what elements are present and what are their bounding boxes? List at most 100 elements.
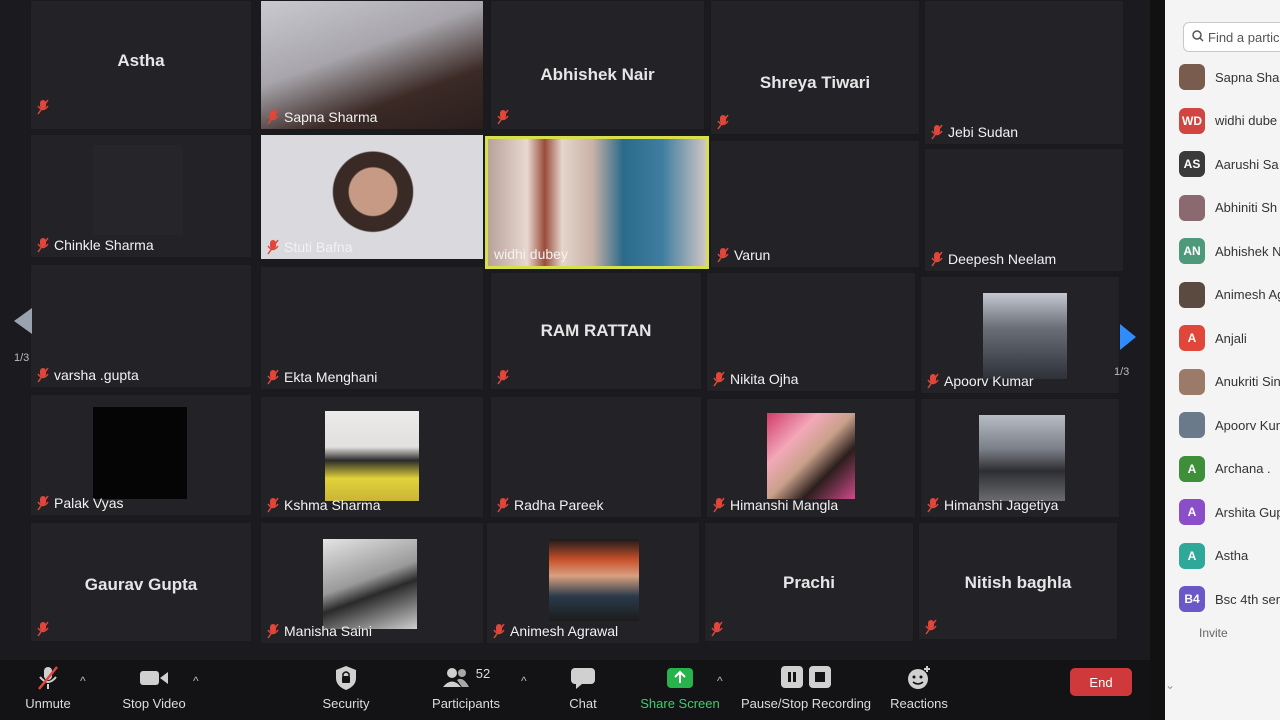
participant-list-name: Bsc 4th sem/	[1215, 591, 1280, 607]
participant-tile[interactable]: Sapna Sharma	[260, 0, 484, 130]
invite-button[interactable]: Invite	[1199, 626, 1228, 640]
stop-video-button[interactable]: Stop Video	[116, 664, 192, 711]
participant-tile[interactable]: Gaurav Gupta	[30, 522, 252, 642]
participant-name: Chinkle Sharma	[54, 237, 154, 253]
participant-list-item[interactable]: Sapna Sha	[1179, 62, 1279, 92]
participant-list-item[interactable]: B4 Bsc 4th sem/	[1179, 584, 1280, 614]
video-options-caret-icon[interactable]: ^	[193, 674, 199, 688]
mic-off-icon	[925, 619, 937, 635]
participant-name: Astha	[117, 51, 165, 70]
share-screen-icon	[640, 664, 720, 692]
participant-list-item[interactable]: AN Abhishek N	[1179, 236, 1280, 266]
avatar	[1179, 281, 1205, 308]
participant-tile[interactable]: Ekta Menghani	[260, 266, 484, 390]
participants-button[interactable]: 52 Participants	[428, 664, 504, 712]
participant-label: widhi dubey	[494, 246, 568, 262]
participant-name: Radha Pareek	[514, 497, 604, 513]
participant-tile[interactable]: Himanshi Mangla	[706, 398, 916, 518]
participants-options-caret-icon[interactable]: ^	[521, 674, 527, 688]
participant-list-name: Anukriti Sing	[1215, 374, 1280, 389]
avatar	[1179, 412, 1205, 438]
profile-photo	[549, 539, 639, 621]
participant-tile[interactable]: Animesh Agrawal	[486, 522, 700, 644]
mic-off-icon	[717, 247, 729, 263]
participant-tile[interactable]: RAM RATTAN	[490, 272, 702, 390]
participant-tile[interactable]: Varun	[710, 140, 920, 268]
mic-off-icon	[927, 497, 939, 513]
participant-tile[interactable]: Chinkle Sharma	[30, 134, 252, 258]
mic-off-icon	[37, 621, 49, 637]
mic-off-icon	[497, 369, 509, 385]
participant-label: Palak Vyas	[37, 495, 124, 511]
video-feed	[93, 145, 183, 235]
participant-tile[interactable]: varsha .gupta	[30, 264, 252, 388]
share-options-caret-icon[interactable]: ^	[717, 674, 723, 688]
stop-recording-icon[interactable]	[809, 665, 831, 691]
video-feed	[93, 407, 187, 499]
participant-list-name: Astha	[1215, 548, 1249, 563]
avatar	[1179, 64, 1205, 90]
participant-list-item[interactable]: AS Aarushi Sa	[1179, 149, 1279, 179]
avatar	[1179, 194, 1205, 221]
participant-list-item[interactable]: WD widhi dube	[1179, 106, 1277, 136]
participant-name: Animesh Agrawal	[510, 623, 619, 639]
participant-list-item[interactable]: A Archana .	[1179, 454, 1271, 484]
security-label: Security	[322, 696, 370, 711]
recording-control: Pause/Stop Recording	[740, 664, 872, 711]
profile-photo	[983, 293, 1067, 379]
active-speaker-tile[interactable]: widhi dubey	[485, 136, 709, 269]
participant-list-item[interactable]: A Anjali	[1179, 323, 1247, 353]
unmute-label: Unmute	[25, 696, 71, 711]
avatar: B4	[1179, 586, 1205, 612]
participant-list-item[interactable]: Apoorv Kum	[1179, 410, 1280, 440]
participant-label: Animesh Agrawal	[493, 623, 618, 639]
participant-label: varsha .gupta	[37, 367, 139, 383]
participant-tile[interactable]: Kshma Sharma	[260, 396, 484, 518]
participant-name: widhi dubey	[494, 246, 568, 262]
participant-tile[interactable]: Deepesh Neelam	[924, 148, 1124, 272]
page-indicator-right: 1/3	[1114, 366, 1130, 378]
participant-list-item[interactable]: A Arshita Gupt	[1179, 497, 1280, 527]
participant-tile[interactable]: Nitish baghla	[918, 522, 1118, 640]
next-page-icon[interactable]	[1118, 322, 1138, 357]
chat-button[interactable]: Chat	[556, 664, 610, 711]
audio-options-caret-icon[interactable]: ^	[80, 674, 86, 688]
participant-list-item[interactable]: A Astha	[1179, 541, 1248, 571]
reactions-button[interactable]: Reactions	[886, 664, 952, 711]
security-button[interactable]: Security	[316, 664, 376, 711]
participant-tile[interactable]: Himanshi Jagetiya	[920, 398, 1120, 518]
unmute-button[interactable]: Unmute	[18, 664, 78, 711]
participant-name: varsha .gupta	[54, 367, 139, 383]
avatar: A	[1179, 455, 1205, 482]
participant-tile[interactable]: Prachi	[704, 522, 914, 642]
mic-muted-label	[717, 114, 729, 130]
participant-search-input[interactable]: Find a partic	[1183, 22, 1280, 52]
participant-list-item[interactable]: Abhiniti Sh	[1179, 193, 1277, 223]
participant-tile[interactable]: Apoorv Kumar	[920, 276, 1120, 394]
end-meeting-button[interactable]: End	[1070, 668, 1132, 696]
participant-count: 52	[475, 665, 491, 681]
pause-recording-icon[interactable]	[781, 665, 803, 691]
participant-list-item[interactable]: Anukriti Sing	[1179, 367, 1280, 397]
participant-tile[interactable]: Radha Pareek	[490, 396, 702, 518]
participant-tile[interactable]: Palak Vyas	[30, 394, 252, 516]
mic-off-icon	[267, 497, 279, 513]
participant-tile[interactable]: Stuti Bafna	[260, 134, 484, 260]
participant-tile[interactable]: Nikita Ojha	[706, 272, 916, 392]
participant-tile[interactable]: Manisha Saini	[260, 522, 484, 644]
participant-name: Apoorv Kumar	[944, 373, 1034, 389]
mic-off-icon	[711, 621, 723, 637]
participant-tile[interactable]: Abhishek Nair	[490, 0, 705, 130]
share-screen-button[interactable]: Share Screen	[640, 664, 720, 711]
participant-tile[interactable]: Jebi Sudan	[924, 0, 1124, 145]
participant-tile[interactable]: Astha	[30, 0, 252, 130]
participant-list-name: Anjali	[1215, 330, 1247, 346]
avatar	[1179, 368, 1205, 395]
participant-tile[interactable]: Shreya Tiwari	[710, 0, 920, 135]
participant-list-item[interactable]: Animesh Ag	[1179, 280, 1280, 310]
previous-page-icon[interactable]	[12, 306, 34, 341]
avatar: A	[1179, 542, 1205, 569]
chevron-down-icon[interactable]: ⌄	[1165, 678, 1175, 692]
participant-label: Chinkle Sharma	[37, 237, 154, 253]
participant-name: Nitish baghla	[964, 573, 1072, 592]
